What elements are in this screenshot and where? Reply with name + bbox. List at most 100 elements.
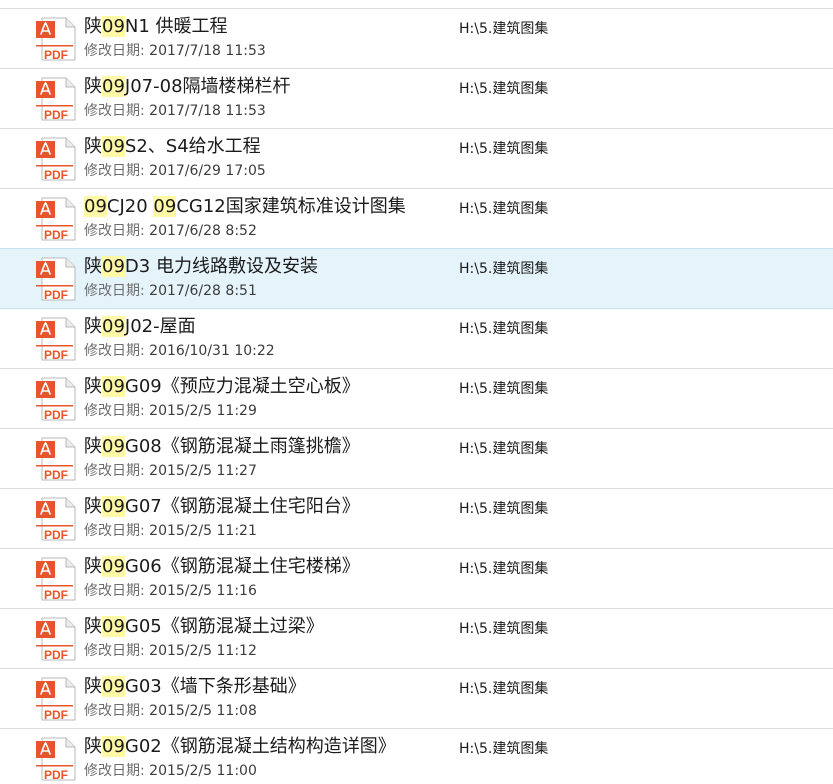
file-name-text: S2、S4给水工程	[124, 136, 261, 157]
modified-date-label: 修改日期:	[84, 703, 145, 719]
file-name-text: 陕	[84, 136, 102, 157]
pdf-file-icon: PDF	[36, 137, 76, 181]
file-path: H:\5.建筑图集	[459, 201, 549, 217]
file-name-text: 陕	[84, 16, 102, 37]
pdf-file-icon: PDF	[36, 77, 76, 121]
file-name: 陕09G02《钢筋混凝土结构构造详图》	[84, 735, 396, 759]
file-name-text: G06《钢筋混凝土住宅楼梯》	[124, 556, 360, 577]
file-name-text: J07-08隔墙楼梯栏杆	[124, 76, 291, 97]
modified-date-value: 2015/2/5 11:12	[149, 643, 257, 659]
pdf-file-icon: PDF	[36, 617, 76, 661]
file-modified: 修改日期: 2015/2/5 11:21	[84, 522, 257, 540]
modified-date-label: 修改日期:	[84, 463, 145, 479]
modified-date-value: 2015/2/5 11:27	[149, 463, 257, 479]
file-modified: 修改日期: 2017/6/29 17:05	[84, 162, 266, 180]
modified-date-value: 2016/10/31 10:22	[149, 343, 275, 359]
file-row[interactable]: PDF 陕09N1 供暖工程 修改日期: 2017/7/18 11:53 H:\…	[0, 8, 833, 68]
search-match-highlight: 09	[102, 76, 125, 97]
svg-text:PDF: PDF	[44, 108, 68, 121]
file-name-text: G07《钢筋混凝土住宅阳台》	[124, 496, 360, 517]
file-modified: 修改日期: 2015/2/5 11:27	[84, 462, 257, 480]
pdf-file-icon: PDF	[36, 197, 76, 241]
pdf-file-icon: PDF	[36, 737, 76, 781]
file-path: H:\5.建筑图集	[459, 441, 549, 457]
search-match-highlight: 09	[102, 376, 125, 397]
modified-date-label: 修改日期:	[84, 343, 145, 359]
file-name-text: 陕	[84, 76, 102, 97]
file-row[interactable]: PDF 陕09G08《钢筋混凝土雨篷挑檐》 修改日期: 2015/2/5 11:…	[0, 428, 833, 488]
file-name: 陕09G08《钢筋混凝土雨篷挑檐》	[84, 435, 360, 459]
file-name-text: J02-屋面	[124, 316, 196, 337]
file-name-text: CG12国家建筑标准设计图集	[176, 196, 406, 217]
file-modified: 修改日期: 2017/7/18 11:53	[84, 42, 266, 60]
file-row[interactable]: PDF 陕09G09《预应力混凝土空心板》 修改日期: 2015/2/5 11:…	[0, 368, 833, 428]
file-row[interactable]: PDF 陕09G03《墙下条形基础》 修改日期: 2015/2/5 11:08 …	[0, 668, 833, 728]
file-name-text: 陕	[84, 616, 102, 637]
modified-date-label: 修改日期:	[84, 103, 145, 119]
file-modified: 修改日期: 2015/2/5 11:00	[84, 762, 257, 780]
file-name-text: CJ20	[106, 196, 154, 217]
svg-text:PDF: PDF	[44, 468, 68, 481]
search-results-list: PDF 陕09N1 供暖工程 修改日期: 2017/7/18 11:53 H:\…	[0, 8, 833, 784]
file-name-text: G05《钢筋混凝土过梁》	[124, 616, 324, 637]
svg-text:PDF: PDF	[44, 708, 68, 721]
modified-date-value: 2015/2/5 11:29	[149, 403, 257, 419]
svg-text:PDF: PDF	[44, 528, 68, 541]
search-match-highlight: 09	[102, 556, 125, 577]
file-path: H:\5.建筑图集	[459, 381, 549, 397]
file-row[interactable]: PDF 陕09G06《钢筋混凝土住宅楼梯》 修改日期: 2015/2/5 11:…	[0, 548, 833, 608]
file-modified: 修改日期: 2015/2/5 11:08	[84, 702, 257, 720]
search-match-highlight: 09	[102, 136, 125, 157]
file-modified: 修改日期: 2015/2/5 11:29	[84, 402, 257, 420]
search-match-highlight: 09	[84, 196, 107, 217]
file-path: H:\5.建筑图集	[459, 261, 549, 277]
file-name-text: N1 供暖工程	[124, 16, 228, 37]
modified-date-label: 修改日期:	[84, 223, 145, 239]
file-name: 陕09G09《预应力混凝土空心板》	[84, 375, 360, 399]
svg-text:PDF: PDF	[44, 48, 68, 61]
file-name: 09CJ20 09CG12国家建筑标准设计图集	[84, 195, 406, 219]
svg-text:PDF: PDF	[44, 228, 68, 241]
search-match-highlight: 09	[102, 256, 125, 277]
file-name: 陕09N1 供暖工程	[84, 15, 228, 39]
pdf-file-icon: PDF	[36, 317, 76, 361]
file-name-text: 陕	[84, 316, 102, 337]
file-path: H:\5.建筑图集	[459, 501, 549, 517]
file-path: H:\5.建筑图集	[459, 141, 549, 157]
search-match-highlight: 09	[102, 496, 125, 517]
file-name: 陕09S2、S4给水工程	[84, 135, 261, 159]
file-path: H:\5.建筑图集	[459, 81, 549, 97]
file-name: 陕09J07-08隔墙楼梯栏杆	[84, 75, 291, 99]
file-name-text: D3 电力线路敷设及安装	[124, 256, 318, 277]
file-row[interactable]: PDF 陕09J02-屋面 修改日期: 2016/10/31 10:22 H:\…	[0, 308, 833, 368]
file-path: H:\5.建筑图集	[459, 21, 549, 37]
file-path: H:\5.建筑图集	[459, 561, 549, 577]
modified-date-value: 2017/7/18 11:53	[149, 103, 266, 119]
svg-text:PDF: PDF	[44, 288, 68, 301]
search-match-highlight: 09	[102, 736, 125, 757]
file-row[interactable]: PDF 09CJ20 09CG12国家建筑标准设计图集 修改日期: 2017/6…	[0, 188, 833, 248]
file-row[interactable]: PDF 陕09J07-08隔墙楼梯栏杆 修改日期: 2017/7/18 11:5…	[0, 68, 833, 128]
file-modified: 修改日期: 2016/10/31 10:22	[84, 342, 275, 360]
svg-text:PDF: PDF	[44, 168, 68, 181]
file-modified: 修改日期: 2017/6/28 8:51	[84, 282, 257, 300]
file-modified: 修改日期: 2017/7/18 11:53	[84, 102, 266, 120]
file-path: H:\5.建筑图集	[459, 321, 549, 337]
file-row[interactable]: PDF 陕09G05《钢筋混凝土过梁》 修改日期: 2015/2/5 11:12…	[0, 608, 833, 668]
svg-text:PDF: PDF	[44, 588, 68, 601]
search-match-highlight: 09	[102, 316, 125, 337]
file-name-text: G03《墙下条形基础》	[124, 676, 306, 697]
file-name-text: 陕	[84, 736, 102, 757]
modified-date-value: 2015/2/5 11:21	[149, 523, 257, 539]
modified-date-value: 2017/6/28 8:51	[149, 283, 257, 299]
pdf-file-icon: PDF	[36, 17, 76, 61]
file-name-text: 陕	[84, 256, 102, 277]
file-row[interactable]: PDF 陕09S2、S4给水工程 修改日期: 2017/6/29 17:05 H…	[0, 128, 833, 188]
modified-date-value: 2017/7/18 11:53	[149, 43, 266, 59]
file-modified: 修改日期: 2017/6/28 8:52	[84, 222, 257, 240]
svg-text:PDF: PDF	[44, 408, 68, 421]
file-row[interactable]: PDF 陕09G07《钢筋混凝土住宅阳台》 修改日期: 2015/2/5 11:…	[0, 488, 833, 548]
file-row[interactable]: PDF 陕09G02《钢筋混凝土结构构造详图》 修改日期: 2015/2/5 1…	[0, 728, 833, 784]
file-row[interactable]: PDF 陕09D3 电力线路敷设及安装 修改日期: 2017/6/28 8:51…	[0, 248, 833, 308]
search-match-highlight: 09	[153, 196, 177, 217]
